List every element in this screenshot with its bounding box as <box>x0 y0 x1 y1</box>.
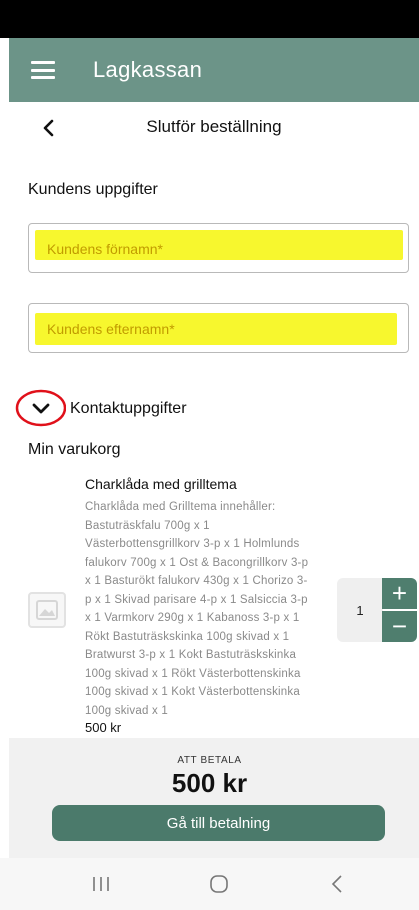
home-icon[interactable] <box>207 872 231 896</box>
product-name: Charklåda med grilltema <box>85 476 237 492</box>
system-nav-bar <box>0 858 419 910</box>
product-description: Charklåda med Grilltema innehåller: Bast… <box>85 498 365 720</box>
page-header: Slutför beställning <box>9 104 419 150</box>
back-icon[interactable] <box>37 116 61 140</box>
product-price: 500 kr <box>85 720 122 735</box>
description-line: 100g skivad x 1 Kokt Västerbottenskinka <box>85 686 300 698</box>
image-placeholder-icon <box>28 592 66 628</box>
description-line: x 1 Basturökt falukorv 430g x 1 Chorizo … <box>85 575 308 587</box>
description-line: 100g skivad x 1 Rökt Västerbottenskinka <box>85 667 301 680</box>
to-pay-label: ATT BETALA <box>177 755 242 766</box>
status-bar <box>0 0 419 38</box>
recent-apps-icon[interactable] <box>89 872 113 896</box>
back-nav-icon[interactable] <box>326 872 350 896</box>
total-amount: 500 kr <box>171 768 248 798</box>
page-title: Slutför beställning <box>146 117 282 136</box>
cart-title: Min varukorg <box>28 441 121 458</box>
description-line: Bastuträskfalu 700g x 1 <box>85 519 210 532</box>
menu-icon[interactable] <box>31 61 55 79</box>
contact-details-toggle[interactable]: Kontaktuppgifter <box>70 400 187 418</box>
description-line: Rökt Bastuträskskinka 100g skivad x 1 <box>85 630 290 643</box>
app-title: Lagkassan <box>93 57 203 82</box>
first-name-field[interactable] <box>28 223 409 273</box>
description-line: falukorv 700g x 1 Ost & Bacongrillkorv 3… <box>85 556 309 569</box>
first-name-input[interactable] <box>47 236 387 262</box>
quantity-value: 1 <box>337 578 383 642</box>
description-line: Västerbottensgrillkorv 3-p x 1 Holmlunds <box>85 538 300 550</box>
description-line: x 1 Varmkorv 290g x 1 Kabanoss 3-p x 1 <box>85 612 300 624</box>
increase-quantity-button[interactable]: + <box>382 578 417 609</box>
chevron-down-icon[interactable] <box>14 387 66 427</box>
last-name-input[interactable] <box>47 316 387 342</box>
app-bar: Lagkassan <box>9 38 419 102</box>
description-line: Bratwurst 3-p x 1 Kokt Bastuträskskinka <box>85 649 297 661</box>
last-name-field[interactable] <box>28 303 409 353</box>
description-line: p x 1 Skivad parisare 4-p x 1 Salsiccia … <box>85 593 308 606</box>
description-line: 100g skivad x 1 <box>85 704 168 717</box>
go-to-payment-button[interactable]: Gå till betalning <box>52 805 385 841</box>
decrease-quantity-button[interactable]: − <box>382 611 417 642</box>
customer-section-title: Kundens uppgifter <box>28 181 158 198</box>
description-line: Charklåda med Grilltema innehåller: <box>85 501 276 513</box>
